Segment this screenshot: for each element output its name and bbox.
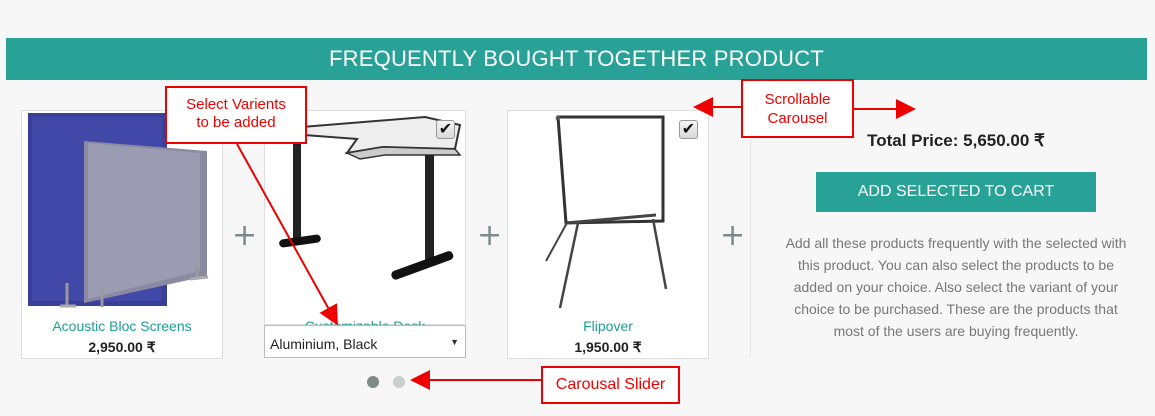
annotation-arrows [236,97,916,390]
